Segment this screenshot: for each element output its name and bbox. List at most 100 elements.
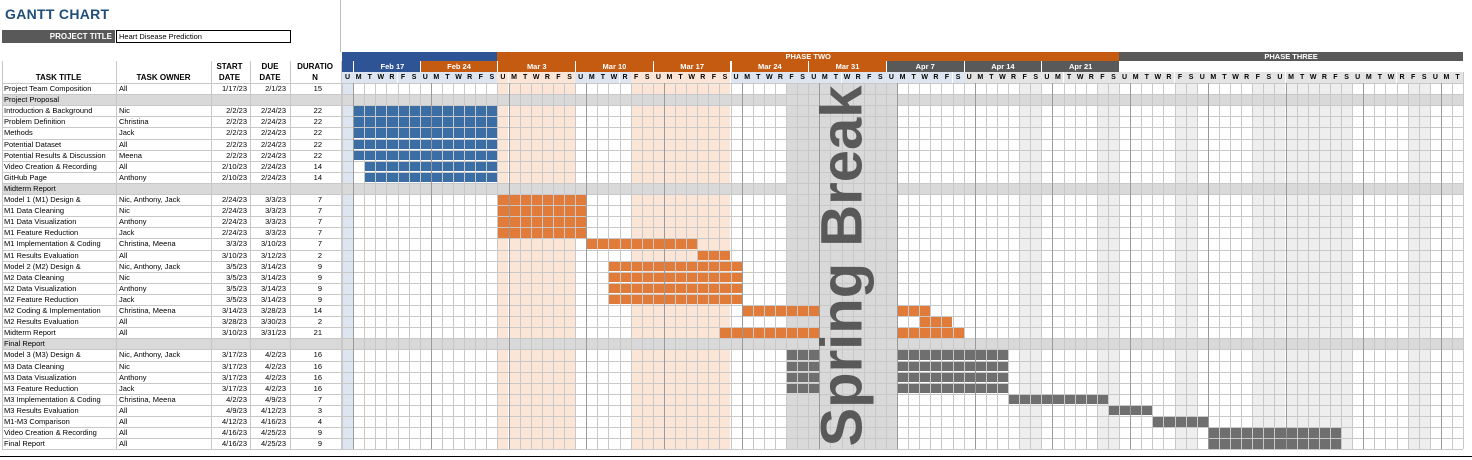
day-letter: S [641,72,653,83]
day-line [1019,72,1021,450]
day-line [719,72,721,450]
day-line [663,72,665,450]
day-letter: W [375,72,387,83]
day-line [575,72,577,450]
day-line [985,72,987,450]
day-line [597,72,599,450]
row-duration: 9 [317,261,322,271]
row-duration: 9 [317,294,322,304]
day-letter: U [419,72,431,83]
row-task-title: Model 1 (M1) Design & [4,195,81,204]
row-duration: 16 [313,361,322,371]
day-letter: F [786,72,798,83]
section-row-band [2,94,1464,106]
day-letter: S [486,72,498,83]
row-task-title: Model 3 (M3) Design & [4,350,81,360]
day-letter: F [1174,72,1186,83]
row-task-owner: Anthony [119,217,147,227]
row-line [2,182,1464,184]
col-line [250,61,251,450]
day-letter: M [974,72,986,83]
row-start-date: 2/24/23 [221,228,247,238]
day-letter: R [1163,72,1175,83]
day-letter: R [386,72,398,83]
day-line [408,72,410,450]
day-line [342,72,343,450]
day-line [1452,72,1453,450]
day-letter: R [774,72,786,83]
day-line [564,72,565,450]
day-line [730,72,732,450]
day-letter: U [342,72,354,83]
row-due-date: 2/24/23 [260,106,286,116]
row-due-date: 3/14/23 [260,272,286,282]
row-due-date: 2/24/23 [260,139,286,149]
row-duration: 22 [313,117,322,127]
phase-one-bar [342,52,498,61]
day-letter: F [1252,72,1264,83]
day-letter: M [1052,72,1064,83]
day-letter: S [1030,72,1042,83]
row-start-date: 3/5/23 [226,294,247,304]
row-task-owner: Christina, Meena [119,306,176,315]
day-line [885,72,887,450]
row-start-date: 2/10/23 [221,161,247,171]
row-due-date: 4/2/23 [265,383,286,393]
row-due-date: 3/30/23 [260,317,286,327]
day-line [1263,72,1265,450]
day-line [1230,72,1231,450]
day-letter: S [874,72,886,83]
day-letter: F [863,72,875,83]
row-start-date: 4/16/23 [221,428,247,438]
row-duration: 4 [317,417,322,426]
row-due-date: 2/1/23 [265,84,286,93]
week-header: Mar 17 [652,61,731,72]
col-line [116,61,117,450]
day-line [1429,72,1431,450]
project-title-field[interactable]: Heart Disease Prediction [116,30,291,43]
row-due-date: 4/2/23 [265,350,286,360]
row-duration: 15 [313,84,322,93]
row-due-date: 3/31/23 [260,328,286,338]
day-letter: S [1107,72,1119,83]
day-line [1174,72,1176,450]
day-line [919,72,921,450]
day-line [453,72,454,450]
task-bar [697,250,731,261]
day-letter: U [1119,72,1131,83]
day-letter: U [575,72,587,83]
day-line [1307,72,1309,450]
day-line [1008,72,1009,450]
day-line [552,72,554,450]
row-due-date: 4/16/23 [260,417,286,426]
day-line [1329,72,1331,450]
day-letter: T [1452,72,1464,83]
day-line [1052,72,1054,450]
col-header-owner: TASK OWNER [136,73,191,82]
day-letter: U [730,72,742,83]
row-due-date: 3/14/23 [260,283,286,293]
row-duration: 9 [317,428,322,438]
row-task-title: Project Team Composition [4,84,92,93]
row-task-owner: Jack [119,383,135,393]
day-line [897,72,898,450]
row-duration: 16 [313,350,322,360]
row-due-date: 3/14/23 [260,294,286,304]
day-line [1218,72,1220,450]
col-header-duration-l2: N [312,73,318,82]
row-task-title: Methods [4,128,33,138]
row-task-owner: Anthony [119,172,147,182]
day-line [1030,72,1032,450]
day-letter: R [619,72,631,83]
day-letter: T [830,72,842,83]
day-line [1463,72,1465,450]
day-line [508,72,510,450]
day-letter: T [1063,72,1075,83]
col-header-task: TASK TITLE [35,73,82,82]
row-task-title: M1-M3 Comparison [4,417,70,426]
chart-title: GANTT CHART [5,6,110,22]
row-duration: 9 [317,439,322,449]
day-letter: S [952,72,964,83]
day-line [641,72,643,450]
col-header-start-l1: START [216,62,243,71]
